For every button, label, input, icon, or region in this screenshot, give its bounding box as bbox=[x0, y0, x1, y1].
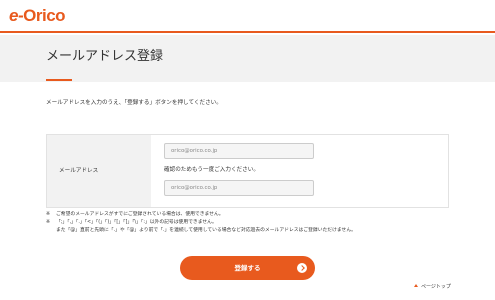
logo-text: Orico bbox=[23, 6, 66, 25]
note-registered: ※ ご希望のメールアドレスがすでにご登録されている場合は、使用できません。 bbox=[46, 211, 356, 219]
instruction-text: メールアドレスを入力のうえ、「登録する」ボタンを押してください。 bbox=[46, 100, 222, 106]
note-mark: ※ bbox=[46, 220, 51, 225]
eorico-logo[interactable]: e-Orico bbox=[9, 6, 66, 26]
note-mark: ※ bbox=[46, 212, 51, 217]
register-button-label: 登録する bbox=[234, 264, 261, 272]
title-underline bbox=[46, 79, 72, 81]
notes: ※ ご希望のメールアドレスがすでにご登録されている場合は、使用できません。 ※ 「;… bbox=[46, 211, 356, 235]
title-band: メールアドレス登録 bbox=[0, 35, 495, 82]
note-symbols-text: 「;」「,」「.」「<」「(」「)」「[」「]」「\」「:」以外の記号は使用でき… bbox=[56, 220, 217, 225]
note-registered-text: ご希望のメールアドレスがすでにご登録されている場合は、使用できません。 bbox=[56, 212, 224, 217]
page-top-link[interactable]: ページトップ bbox=[414, 283, 451, 291]
page-top-label: ページトップ bbox=[421, 284, 451, 290]
form-label-cell: メールアドレス bbox=[47, 135, 151, 207]
chevron-right-circle-icon bbox=[297, 263, 307, 273]
email-label: メールアドレス bbox=[59, 168, 99, 174]
site-header: e-Orico bbox=[0, 0, 495, 33]
caret-up-icon bbox=[414, 284, 418, 287]
email-input[interactable] bbox=[164, 143, 314, 159]
confirm-label: 確認のためもう一度ご入力ください。 bbox=[164, 167, 259, 173]
note-format: また「@」直前と先頭に「.」や「@」より前で「.」を連続して使用している場合など… bbox=[56, 228, 356, 233]
register-button[interactable]: 登録する bbox=[180, 256, 315, 280]
email-form: メールアドレス 確認のためもう一度ご入力ください。 bbox=[46, 134, 449, 208]
page-title: メールアドレス登録 bbox=[46, 49, 164, 64]
note-symbols: ※ 「;」「,」「.」「<」「(」「)」「[」「]」「\」「:」以外の記号は使用で… bbox=[46, 219, 356, 227]
logo-e: e bbox=[9, 6, 18, 25]
email-confirm-input[interactable] bbox=[164, 180, 314, 196]
